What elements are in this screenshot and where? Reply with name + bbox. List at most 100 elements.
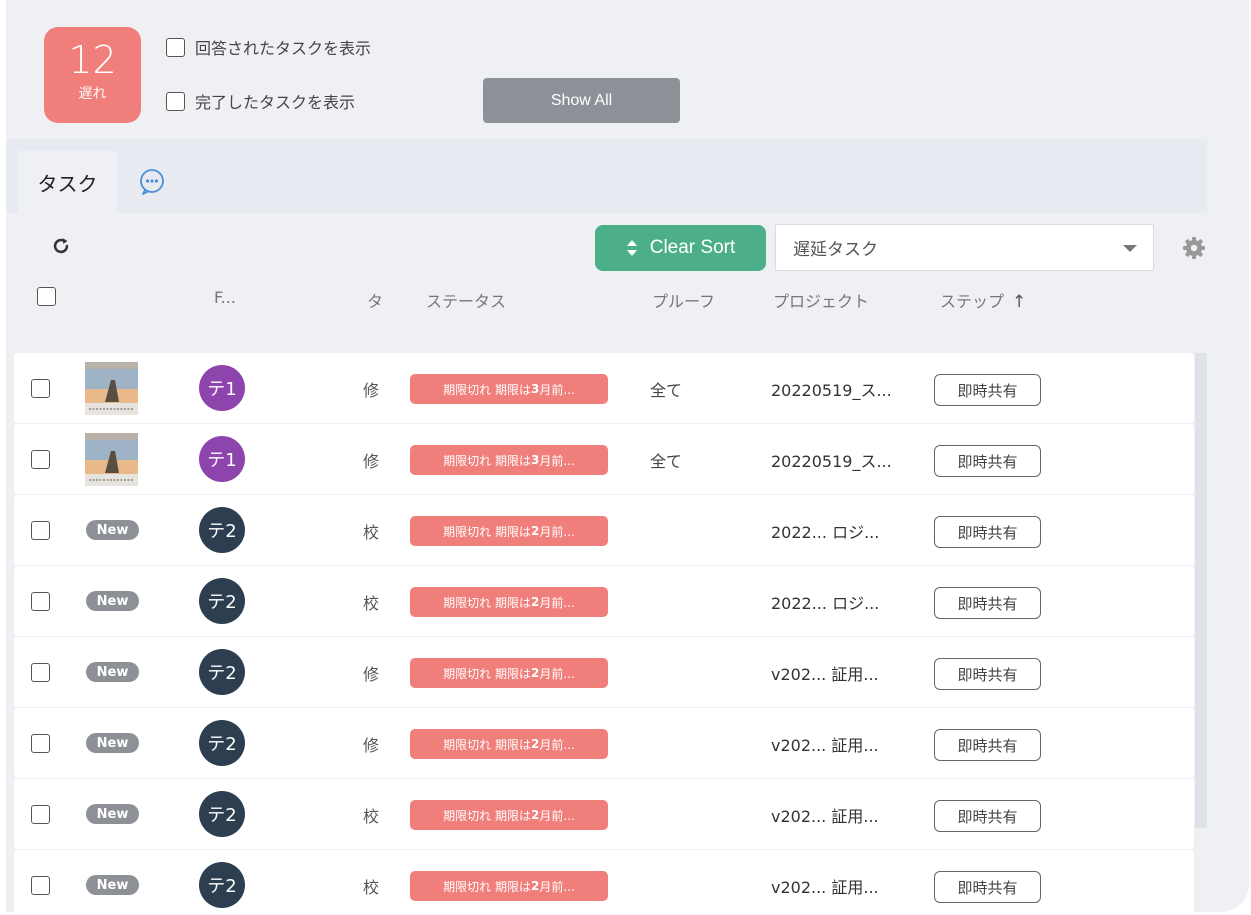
chevron-down-icon — [1123, 245, 1137, 252]
show-answered-toggle[interactable]: 回答されたタスクを表示 — [166, 35, 371, 59]
avatar-initials: テ2 — [207, 805, 237, 826]
task-type: 校 — [363, 523, 380, 542]
show-answered-label: 回答されたタスクを表示 — [195, 39, 372, 58]
status-badge: 期限切れ 期限は 2 月前... — [410, 729, 608, 759]
task-table: テ1 修 期限切れ 期限は 3 月前... 全て 20220519_ス... 即時共… — [14, 353, 1194, 912]
task-panel: 12 遅れ 回答されたタスクを表示 完了したタスクを表示 Show All タス… — [6, 0, 1249, 912]
column-header-type[interactable]: タ — [367, 288, 383, 312]
status-months: 2 — [531, 737, 540, 751]
status-suffix: 月前... — [539, 524, 575, 539]
project-name[interactable]: 2022... ロジ... — [771, 519, 879, 543]
status-prefix: 期限切れ 期限は — [443, 737, 531, 752]
chat-bubble-icon[interactable] — [137, 167, 167, 197]
show-completed-checkbox[interactable] — [166, 91, 185, 111]
column-header-file[interactable]: F... — [214, 288, 236, 307]
project-name[interactable]: v202... 証用... — [771, 661, 879, 685]
table-row[interactable]: New テ2 校 期限切れ 期限は 2 月前... 2022... ロジ... 即時… — [14, 566, 1194, 636]
status-months: 2 — [531, 524, 540, 538]
step-badge: 即時共有 — [934, 800, 1041, 832]
avatar: テ2 — [199, 507, 245, 553]
status-badge: 期限切れ 期限は 2 月前... — [410, 516, 608, 546]
row-checkbox[interactable] — [31, 663, 50, 682]
late-count: 12 — [68, 38, 117, 82]
avatar-initials: テ1 — [207, 379, 237, 400]
task-type: 校 — [363, 594, 380, 613]
status-months: 2 — [531, 595, 540, 609]
gear-icon[interactable] — [1182, 236, 1206, 260]
new-badge: New — [86, 733, 139, 753]
status-prefix: 期限切れ 期限は — [443, 808, 531, 823]
task-type: 校 — [363, 878, 380, 897]
refresh-icon[interactable] — [50, 235, 72, 257]
status-badge: 期限切れ 期限は 3 月前... — [410, 374, 608, 404]
status-prefix: 期限切れ 期限は — [443, 595, 531, 610]
tab-task[interactable]: タスク — [18, 151, 117, 213]
show-answered-checkbox[interactable] — [166, 37, 185, 57]
status-prefix: 期限切れ 期限は — [443, 524, 531, 539]
new-badge: New — [86, 662, 139, 682]
new-badge: New — [86, 520, 139, 540]
step-badge: 即時共有 — [934, 729, 1041, 761]
avatar: テ1 — [199, 436, 245, 482]
proof-value: 全て — [650, 381, 683, 400]
project-name[interactable]: 20220519_ス... — [771, 448, 892, 472]
new-badge: New — [86, 875, 139, 895]
avatar: テ2 — [199, 578, 245, 624]
status-months: 2 — [531, 808, 540, 822]
step-badge: 即時共有 — [934, 374, 1041, 406]
row-checkbox[interactable] — [31, 379, 50, 398]
table-row[interactable]: New テ2 修 期限切れ 期限は 2 月前... v202... 証用... 即時… — [14, 637, 1194, 707]
column-header-step[interactable]: ステップ ↑ — [940, 288, 1026, 312]
sort-ascending-icon: ↑ — [1012, 292, 1027, 312]
row-checkbox[interactable] — [31, 592, 50, 611]
avatar-initials: テ2 — [207, 663, 237, 684]
row-checkbox[interactable] — [31, 450, 50, 469]
project-name[interactable]: 20220519_ス... — [771, 377, 892, 401]
project-name[interactable]: v202... 証用... — [771, 732, 879, 756]
status-months: 3 — [531, 382, 540, 396]
table-row[interactable]: New テ2 校 期限切れ 期限は 2 月前... 2022... ロジ... 即時… — [14, 495, 1194, 565]
new-badge: New — [86, 591, 139, 611]
column-header-proof[interactable]: プルーフ — [652, 288, 715, 312]
file-thumbnail[interactable] — [85, 433, 138, 486]
table-row[interactable]: テ1 修 期限切れ 期限は 3 月前... 全て 20220519_ス... 即時共… — [14, 424, 1194, 494]
clear-sort-button[interactable]: Clear Sort — [595, 225, 766, 271]
avatar: テ1 — [199, 365, 245, 411]
avatar-initials: テ2 — [207, 521, 237, 542]
late-count-badge[interactable]: 12 遅れ — [44, 27, 141, 123]
row-checkbox[interactable] — [31, 876, 50, 895]
select-all-checkbox[interactable] — [37, 287, 56, 306]
project-name[interactable]: 2022... ロジ... — [771, 590, 879, 614]
task-filter-value: 遅延タスク — [793, 240, 878, 260]
column-header-project[interactable]: プロジェクト — [773, 288, 869, 312]
task-filter-select[interactable]: 遅延タスク — [775, 224, 1154, 271]
project-name[interactable]: v202... 証用... — [771, 803, 879, 827]
table-row[interactable]: New テ2 修 期限切れ 期限は 2 月前... v202... 証用... 即時… — [14, 708, 1194, 778]
status-suffix: 月前... — [539, 595, 575, 610]
table-row[interactable]: テ1 修 期限切れ 期限は 3 月前... 全て 20220519_ス... 即時共… — [14, 353, 1194, 423]
project-name[interactable]: v202... 証用... — [771, 874, 879, 898]
column-header-status[interactable]: ステータス — [426, 288, 506, 312]
file-thumbnail[interactable] — [85, 362, 138, 415]
row-checkbox[interactable] — [31, 521, 50, 540]
table-row[interactable]: New テ2 校 期限切れ 期限は 2 月前... v202... 証用... 即時… — [14, 850, 1194, 912]
sort-icon — [626, 240, 637, 256]
show-all-button[interactable]: Show All — [483, 78, 680, 123]
proof-value: 全て — [650, 452, 683, 471]
column-header-step-label: ステップ — [940, 292, 1005, 311]
status-prefix: 期限切れ 期限は — [443, 879, 531, 894]
row-checkbox[interactable] — [31, 805, 50, 824]
step-badge: 即時共有 — [934, 516, 1041, 548]
avatar: テ2 — [199, 791, 245, 837]
status-badge: 期限切れ 期限は 2 月前... — [410, 800, 608, 830]
status-badge: 期限切れ 期限は 2 月前... — [410, 871, 608, 901]
show-completed-toggle[interactable]: 完了したタスクを表示 — [166, 89, 355, 113]
status-badge: 期限切れ 期限は 3 月前... — [410, 445, 608, 475]
tab-bar: タスク — [6, 139, 1207, 213]
status-prefix: 期限切れ 期限は — [443, 666, 531, 681]
table-row[interactable]: New テ2 校 期限切れ 期限は 2 月前... v202... 証用... 即時… — [14, 779, 1194, 849]
status-months: 2 — [531, 666, 540, 680]
row-checkbox[interactable] — [31, 734, 50, 753]
table-scrollbar[interactable] — [1195, 353, 1207, 828]
avatar-initials: テ2 — [207, 876, 237, 897]
